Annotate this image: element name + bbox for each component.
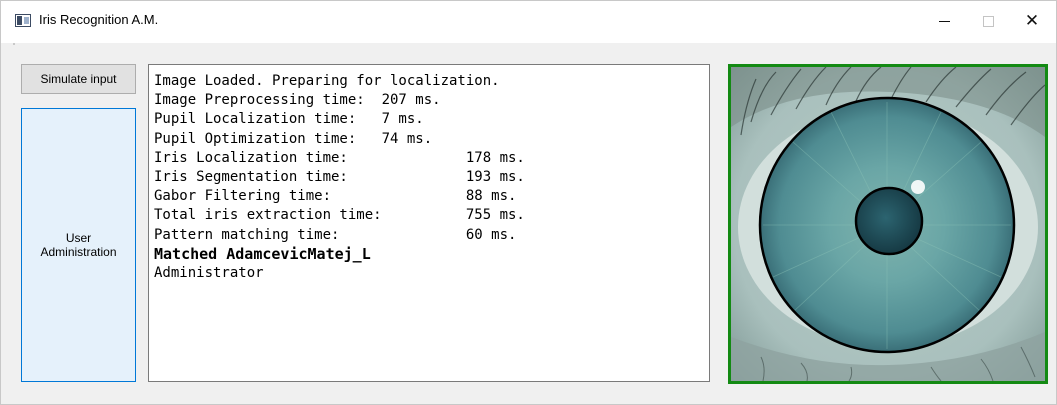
log-line: Image Loaded. Preparing for localization… bbox=[154, 73, 500, 89]
log-line: Total iris extraction time: 755 ms. bbox=[154, 207, 525, 224]
simulate-input-button[interactable]: Simulate input bbox=[21, 64, 136, 94]
maximize-button[interactable] bbox=[966, 5, 1010, 37]
log-line: Administrator bbox=[154, 264, 264, 281]
user-administration-button[interactable]: User Administration bbox=[21, 108, 136, 382]
minimize-icon bbox=[938, 20, 950, 22]
title-bar[interactable]: Iris Recognition A.M. ✕ bbox=[1, 1, 1056, 43]
log-line: Gabor Filtering time: 88 ms. bbox=[154, 188, 517, 205]
minimize-button[interactable] bbox=[922, 5, 966, 37]
light-reflection bbox=[911, 180, 925, 194]
window-title: Iris Recognition A.M. bbox=[39, 12, 159, 27]
log-line: Pupil Localization time: 7 ms. bbox=[154, 111, 424, 128]
app-icon bbox=[15, 14, 31, 27]
output-log[interactable]: Image Loaded. Preparing for localization… bbox=[148, 64, 710, 382]
maximize-icon bbox=[982, 15, 994, 27]
close-icon: ✕ bbox=[1024, 11, 1040, 30]
log-line: Pupil Optimization time: 74 ms. bbox=[154, 130, 433, 147]
log-line: Iris Localization time: 178 ms. bbox=[154, 149, 525, 166]
eye-image bbox=[731, 67, 1045, 381]
log-line: Pattern matching time: 60 ms. bbox=[154, 226, 517, 243]
close-button[interactable]: ✕ bbox=[1010, 5, 1054, 37]
iris-image-frame bbox=[728, 64, 1048, 384]
log-line: Matched AdamcevicMatej_L bbox=[154, 244, 371, 263]
pupil-boundary-circle bbox=[854, 186, 924, 256]
log-line: Iris Segmentation time: 193 ms. bbox=[154, 168, 525, 185]
resize-grip-dot bbox=[13, 43, 15, 45]
log-line: Image Preprocessing time: 207 ms. bbox=[154, 92, 441, 109]
app-window: Iris Recognition A.M. ✕ Simulate input U… bbox=[0, 0, 1057, 405]
